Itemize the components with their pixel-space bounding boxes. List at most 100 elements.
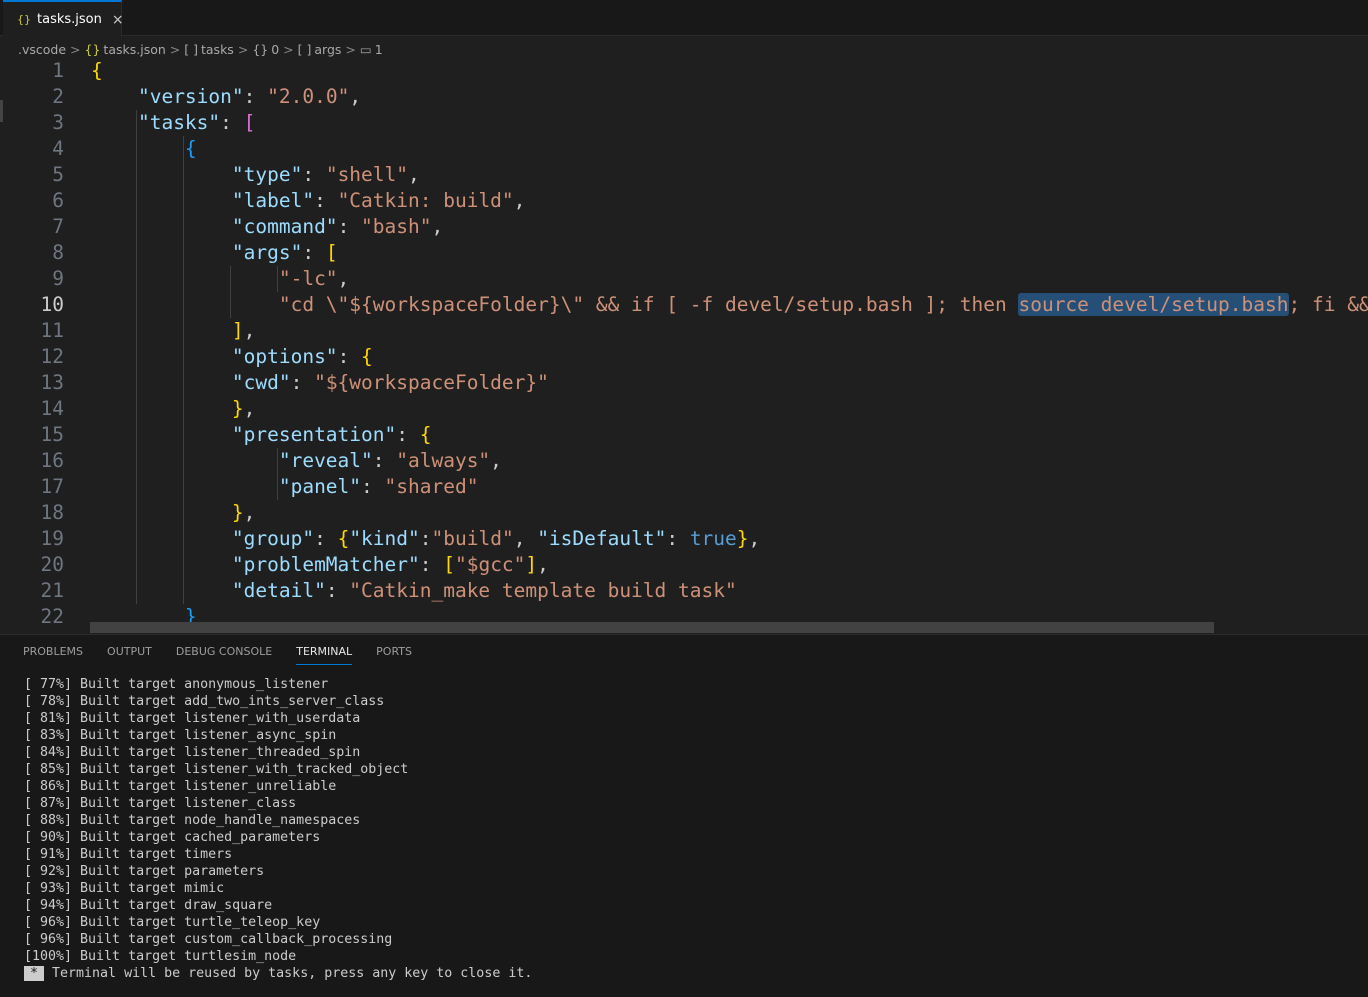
line-number: 19	[40, 527, 64, 550]
code-token: true	[689, 527, 737, 550]
code-token: "args"	[231, 241, 303, 264]
code-token: :	[396, 423, 420, 446]
terminal-line: [ 83%] Built target listener_async_spin	[24, 728, 337, 743]
panel-tabs: PROBLEMS OUTPUT DEBUG CONSOLE TERMINAL PORTS	[23, 645, 436, 665]
code-token: :	[314, 189, 338, 212]
code-token: :	[337, 215, 362, 238]
code-token: "$gcc"	[454, 553, 526, 576]
breadcrumb-label: tasks	[201, 41, 234, 57]
tab-tasks-json[interactable]: {} tasks.json ×	[3, 0, 124, 37]
code-token: [	[443, 553, 455, 576]
terminal-line: [ 86%] Built target listener_unreliable	[24, 779, 337, 794]
terminal-line: [ 81%] Built target listener_with_userda…	[24, 711, 361, 726]
line-number: 9	[52, 267, 64, 290]
terminal-line: [ 92%] Built target parameters	[24, 864, 265, 879]
code-token: "cwd"	[231, 371, 291, 394]
code-token: "cd \"${workspaceFolder}\" && if [ -f de…	[278, 293, 1019, 316]
breadcrumb-item[interactable]: [ ] tasks	[184, 42, 234, 57]
code-token: "${workspaceFolder}"	[314, 371, 549, 394]
code-token: [	[325, 241, 338, 264]
code-token: :	[666, 527, 690, 550]
code-token: :	[314, 527, 338, 550]
breadcrumb: .vscode >{} tasks.json >[ ] tasks >{} 0 >[ ] arg…	[18, 40, 383, 58]
breadcrumb-separator: >	[283, 41, 294, 57]
code-line: "problemMatcher": ["$gcc"],	[91, 552, 549, 578]
code-token: }	[231, 397, 244, 420]
code-token: "group"	[231, 527, 315, 550]
code-token: :	[372, 449, 397, 472]
tab-problems[interactable]: PROBLEMS	[23, 645, 83, 665]
code-token: {	[361, 345, 373, 368]
tab-ports[interactable]: PORTS	[376, 645, 412, 665]
line-number: 15	[40, 423, 64, 446]
code-line: "type": "shell",	[91, 162, 420, 188]
code-editor[interactable]: 1{2 "version": "2.0.0", 3 "tasks": [4 {5 …	[0, 58, 1368, 634]
code-line: "cd \"${workspaceFolder}\" && if [ -f de…	[91, 292, 1368, 318]
breadcrumb-label: tasks.json	[103, 41, 166, 57]
breadcrumb-separator: >	[70, 41, 81, 57]
code-token: "problemMatcher"	[231, 553, 420, 576]
code-token: "bash"	[361, 215, 432, 238]
horizontal-scrollbar[interactable]	[90, 622, 1214, 633]
tab-debug-console[interactable]: DEBUG CONSOLE	[176, 645, 272, 665]
code-token: "2.0.0"	[267, 85, 350, 108]
code-token: "detail"	[231, 579, 326, 602]
line-number: 13	[40, 371, 64, 394]
line-number: 3	[52, 111, 64, 134]
breadcrumb-label: .vscode	[18, 41, 67, 57]
code-token: :	[361, 475, 385, 498]
code-token: :	[302, 163, 326, 186]
code-token: "presentation"	[231, 423, 397, 446]
terminal-line: [ 88%] Built target node_handle_namespac…	[24, 813, 361, 828]
line-number: 10	[40, 293, 64, 316]
code-token: "-lc"	[278, 267, 338, 290]
code-line: "command": "bash",	[91, 214, 443, 240]
breadcrumb-separator: >	[345, 41, 356, 57]
terminal-line: [ 94%] Built target draw_square	[24, 898, 273, 913]
terminal-line: [ 96%] Built target custom_callback_proc…	[24, 932, 393, 947]
code-token: [	[243, 111, 256, 134]
breadcrumb-item[interactable]: .vscode	[18, 42, 66, 57]
breadcrumb-item[interactable]: ▭ 1	[360, 42, 383, 57]
breadcrumb-icon: ▭	[359, 41, 372, 57]
breadcrumb-item[interactable]: [ ] args	[298, 42, 342, 57]
terminal-output[interactable]: [ 77%] Built target anonymous_listener [ …	[24, 676, 532, 982]
code-token: "command"	[231, 215, 338, 238]
indent-guide	[136, 110, 137, 604]
tab-label: tasks.json	[37, 12, 102, 27]
code-line: "-lc",	[91, 266, 349, 292]
code-line: {	[91, 58, 103, 84]
code-token: ,	[408, 163, 420, 186]
breadcrumb-item[interactable]: {} tasks.json	[85, 42, 166, 57]
code-token: :	[419, 527, 432, 550]
code-line: },	[91, 396, 256, 422]
code-token: "shared"	[384, 475, 479, 498]
code-token: ; fi && catkin_make"	[1288, 293, 1368, 316]
code-token: ,	[537, 553, 549, 576]
terminal-line: [ 77%] Built target anonymous_listener	[24, 677, 329, 692]
line-number: 21	[40, 579, 64, 602]
code-token: {	[419, 423, 432, 446]
tab-output[interactable]: OUTPUT	[107, 645, 152, 665]
terminal-line: [ 78%] Built target add_two_ints_server_…	[24, 694, 385, 709]
code-line: "options": {	[91, 344, 373, 370]
breadcrumb-icon: {}	[84, 41, 101, 57]
breadcrumb-item[interactable]: {} 0	[252, 42, 279, 57]
indent-guide	[183, 136, 184, 604]
code-token: ,	[243, 319, 256, 342]
code-token: "isDefault"	[537, 527, 667, 550]
tab-terminal[interactable]: TERMINAL	[296, 645, 353, 665]
code-token: "tasks"	[137, 111, 221, 134]
terminal-line: * Terminal will be reused by tasks, pres…	[24, 965, 532, 982]
tab-bar: {} tasks.json ×	[0, 0, 1368, 37]
code-token: "reveal"	[278, 449, 373, 472]
line-number: 22	[40, 605, 64, 628]
close-icon[interactable]: ×	[112, 12, 124, 28]
